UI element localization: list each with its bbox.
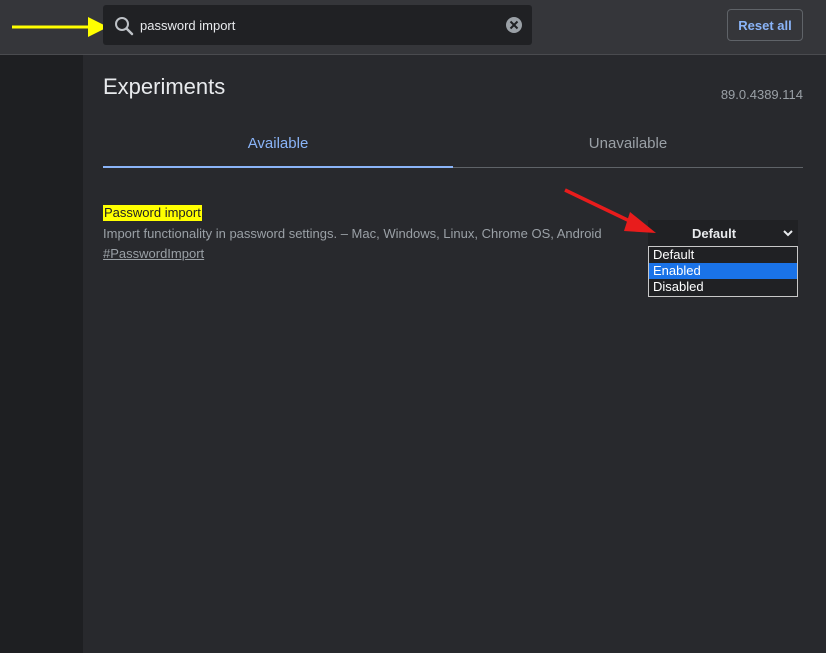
search-icon: [115, 17, 134, 36]
experiment-state-select[interactable]: Default: [648, 220, 798, 246]
search-box[interactable]: [103, 5, 532, 45]
tab-unavailable[interactable]: Unavailable: [453, 135, 803, 152]
option-default[interactable]: Default: [649, 247, 797, 263]
clear-search-icon[interactable]: [505, 16, 523, 34]
red-annotation-arrow-icon: [564, 188, 656, 233]
experiment-description: Import functionality in password setting…: [103, 226, 602, 241]
search-input[interactable]: [140, 15, 500, 35]
experiment-title: Password import: [103, 205, 202, 221]
chevron-down-icon: [783, 230, 793, 237]
left-panel: [0, 55, 83, 653]
select-current-value: Default: [691, 226, 737, 241]
top-bar: Reset all: [0, 0, 826, 55]
tab-divider: [453, 167, 803, 168]
version-label: 89.0.4389.114: [720, 87, 803, 102]
yellow-annotation-arrow-icon: [12, 17, 108, 37]
option-disabled[interactable]: Disabled: [649, 279, 797, 295]
option-enabled[interactable]: Enabled: [649, 263, 797, 279]
experiment-link[interactable]: #PasswordImport: [103, 246, 204, 261]
page-title: Experiments: [103, 74, 226, 99]
active-tab-indicator: [103, 166, 453, 168]
select-dropdown-list: Default Enabled Disabled: [648, 246, 798, 297]
tab-available[interactable]: Available: [103, 135, 453, 152]
reset-all-button[interactable]: Reset all: [727, 9, 803, 41]
